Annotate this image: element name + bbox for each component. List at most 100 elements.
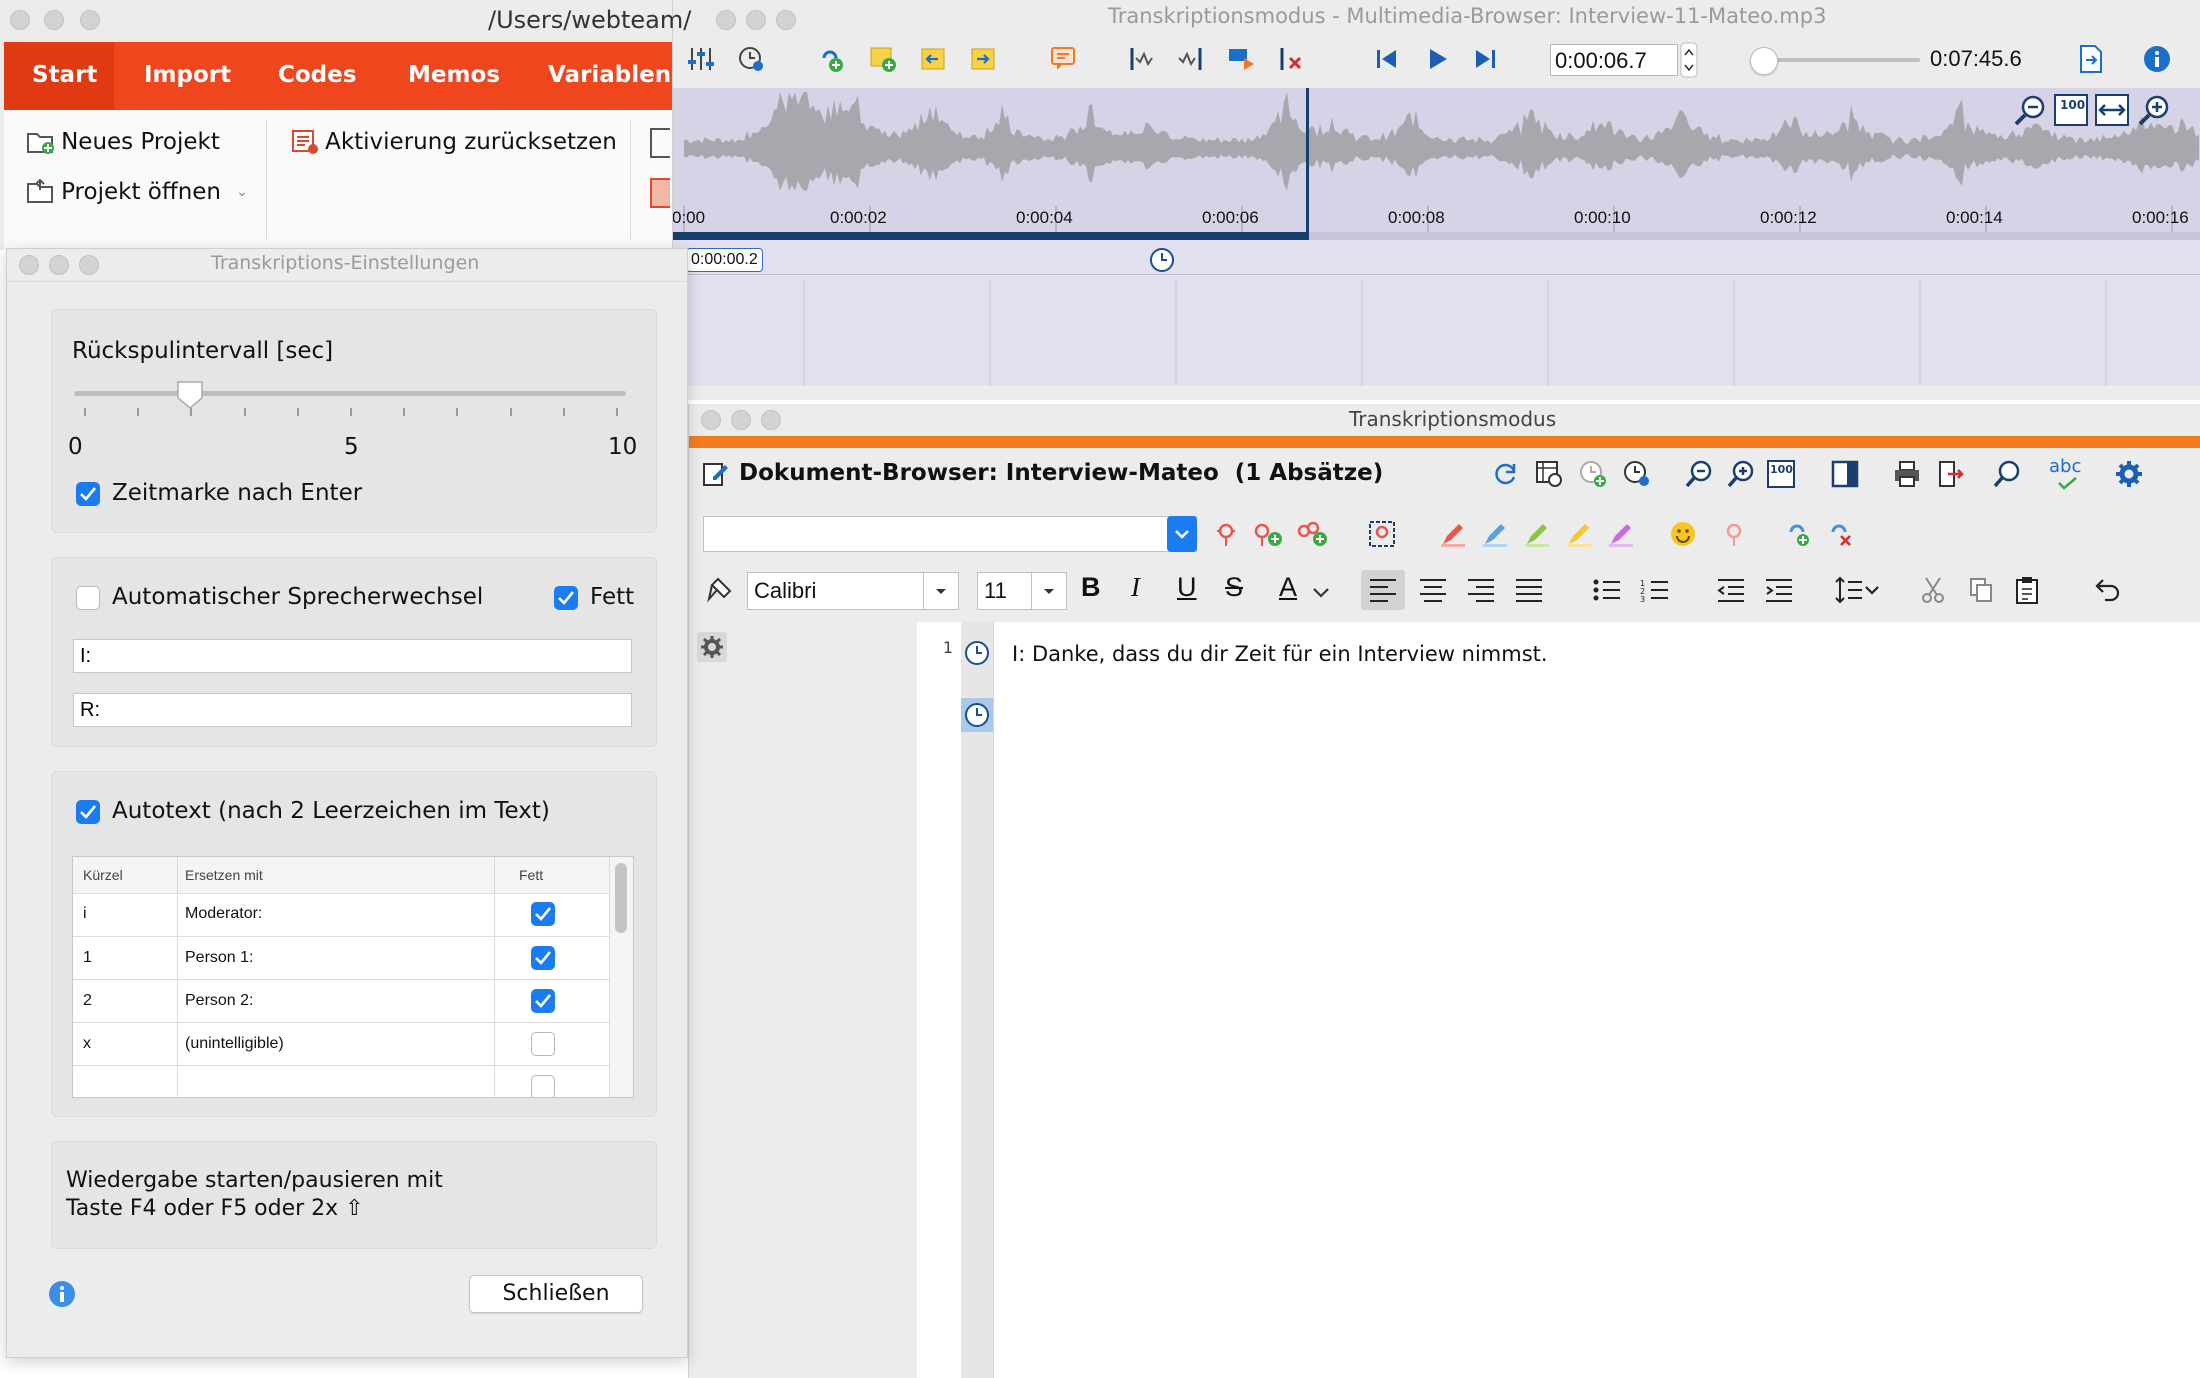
minimize-window-button[interactable] [49, 255, 69, 275]
current-time-field[interactable]: 0:00:06.7 [1550, 44, 1678, 76]
code-selection-icon[interactable] [1365, 518, 1399, 550]
zoom-out-icon[interactable] [2012, 92, 2048, 128]
speaker1-field[interactable] [73, 639, 632, 673]
new-project-button[interactable]: Neues Projekt [26, 128, 220, 156]
open-project-button[interactable]: Projekt öffnen ⌄ [26, 178, 248, 206]
highlight-green-icon[interactable] [1521, 518, 1553, 550]
undo-icon[interactable] [2087, 570, 2127, 610]
zoom-window-button[interactable] [79, 255, 99, 275]
table-row[interactable]: 2 Person 2: [73, 980, 609, 1023]
table-row[interactable]: i Moderator: [73, 893, 609, 937]
close-window-button[interactable] [701, 410, 721, 430]
zoom-out-text-icon[interactable] [1681, 456, 1717, 492]
segment-end-icon[interactable] [1174, 42, 1208, 76]
table-scrollbar-thumb[interactable] [615, 863, 627, 933]
highlight-purple-icon[interactable] [1605, 518, 1637, 550]
refresh-icon[interactable] [1487, 456, 1523, 492]
table-row[interactable] [73, 1066, 609, 1097]
gear-icon[interactable] [2111, 456, 2147, 492]
speaker2-field[interactable] [73, 693, 632, 727]
column-header-bold[interactable]: Fett [519, 867, 543, 883]
align-center-button[interactable] [1413, 570, 1453, 610]
play-segment-icon[interactable] [1224, 42, 1258, 76]
tab-codes[interactable]: Codes [278, 62, 356, 88]
column-header-short[interactable]: Kürzel [83, 867, 123, 883]
table-row[interactable]: x (unintelligible) [73, 1023, 609, 1066]
export-icon[interactable] [1933, 456, 1969, 492]
skip-back-icon[interactable] [1370, 42, 1404, 76]
search-icon[interactable] [1989, 456, 2025, 492]
speed-slider-knob[interactable] [1750, 47, 1778, 75]
segment-start-icon[interactable] [1124, 42, 1158, 76]
add-timestamp-icon[interactable] [1575, 456, 1611, 492]
italic-button[interactable]: I [1131, 572, 1140, 603]
chevron-down-icon[interactable] [1167, 516, 1197, 552]
code-select[interactable] [703, 516, 1197, 552]
highlight-yellow-icon[interactable] [1563, 518, 1595, 550]
row-bold-checkbox[interactable] [531, 1075, 555, 1097]
bold-speaker-checkbox[interactable] [554, 586, 578, 610]
table-scrollbar[interactable] [610, 857, 633, 1097]
numbered-list-button[interactable]: 123 [1635, 570, 1675, 610]
align-justify-button[interactable] [1509, 570, 1549, 610]
align-right-button[interactable] [1461, 570, 1501, 610]
spellcheck-button[interactable]: abc [2045, 456, 2085, 492]
info-icon[interactable] [47, 1279, 77, 1309]
zoom-window-button[interactable] [776, 10, 796, 30]
link-remove-icon[interactable] [1825, 518, 1857, 550]
timestamp-selected[interactable] [961, 698, 993, 732]
info-icon[interactable] [2140, 42, 2174, 76]
auto-speaker-change-checkbox[interactable] [76, 586, 100, 610]
highlight-red-icon[interactable] [1437, 518, 1469, 550]
export-document-icon[interactable] [2074, 42, 2108, 76]
close-button[interactable]: Schließen [469, 1275, 643, 1313]
bullet-list-button[interactable] [1587, 570, 1627, 610]
code-add-icon[interactable] [1251, 518, 1285, 550]
code-multi-icon[interactable] [1295, 518, 1329, 550]
indent-button[interactable] [1759, 570, 1799, 610]
bold-button[interactable]: B [1081, 572, 1101, 603]
underline-button[interactable]: U [1177, 572, 1197, 603]
play-icon[interactable] [1420, 42, 1454, 76]
tab-memos[interactable]: Memos [408, 62, 500, 88]
format-painter-icon[interactable] [703, 572, 737, 606]
close-window-button[interactable] [10, 10, 30, 30]
code-pin-icon[interactable] [1211, 518, 1241, 550]
close-window-button[interactable] [19, 255, 39, 275]
font-family-select[interactable]: Calibri [747, 572, 959, 610]
ribbon-overflow-icon[interactable] [650, 178, 670, 208]
print-icon[interactable] [1889, 456, 1925, 492]
paste-icon[interactable] [2007, 570, 2047, 610]
code-favorite-icon[interactable] [1719, 518, 1749, 550]
minimize-window-button[interactable] [746, 10, 766, 30]
font-size-select[interactable]: 11 [977, 572, 1067, 610]
chevron-down-icon[interactable] [1031, 573, 1066, 609]
table-row[interactable]: 1 Person 1: [73, 937, 609, 980]
row-bold-checkbox[interactable] [531, 946, 555, 970]
tab-variables[interactable]: Variablen [548, 62, 671, 88]
comment-icon[interactable] [1046, 42, 1080, 76]
add-link-icon[interactable] [814, 42, 848, 76]
close-window-button[interactable] [716, 10, 736, 30]
row-bold-checkbox[interactable] [531, 1032, 555, 1056]
memo-export-icon[interactable] [966, 42, 1000, 76]
edit-document-icon[interactable] [699, 458, 731, 490]
memo-import-icon[interactable] [916, 42, 950, 76]
zoom-in-icon[interactable] [2136, 92, 2172, 128]
tab-import[interactable]: Import [144, 62, 231, 88]
link-add-icon[interactable] [1783, 518, 1815, 550]
ribbon-overflow-icon[interactable] [650, 128, 670, 158]
speed-slider[interactable] [1750, 46, 1924, 75]
zoom-100-button[interactable]: 100 [2054, 94, 2088, 126]
rewind-slider[interactable] [74, 376, 626, 416]
timestamp-after-enter-checkbox[interactable] [76, 482, 100, 506]
cut-icon[interactable] [1913, 570, 1953, 610]
paragraph-timestamp-icon[interactable] [962, 638, 992, 668]
minimize-window-button[interactable] [731, 410, 751, 430]
highlight-blue-icon[interactable] [1479, 518, 1511, 550]
align-left-button[interactable] [1361, 570, 1405, 610]
line-spacing-button[interactable] [1831, 570, 1887, 610]
zoom-window-button[interactable] [80, 10, 100, 30]
remove-segment-icon[interactable] [1274, 42, 1308, 76]
playhead[interactable] [1305, 88, 1309, 240]
